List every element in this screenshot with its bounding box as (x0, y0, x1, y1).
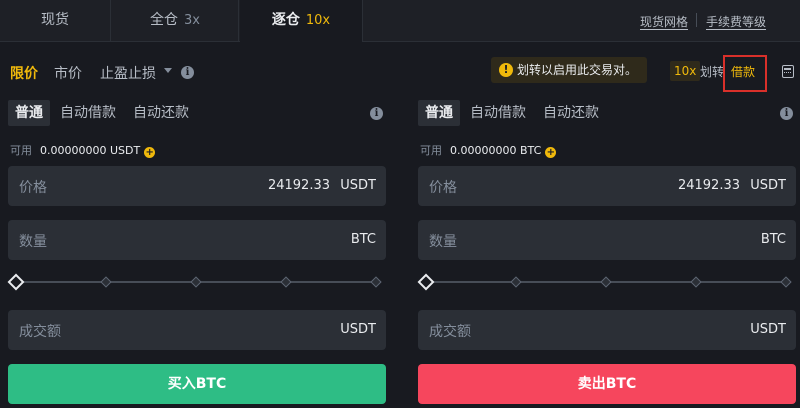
slider-thumb[interactable] (417, 273, 435, 291)
price-input[interactable]: 价格 24192.33 USDT (8, 166, 386, 206)
tab-cross-leverage: 3x (184, 13, 200, 28)
tab-spot-label: 现货 (41, 12, 69, 28)
quantity-input[interactable]: 数量 BTC (418, 220, 796, 260)
calculator-icon[interactable] (782, 65, 794, 78)
total-input[interactable]: 成交额 USDT (418, 310, 796, 350)
slider-step-100[interactable] (780, 276, 792, 288)
transfer-notice: ! 划转以启用此交易对。 (491, 57, 647, 83)
transfer-notice-text: 划转以启用此交易对。 (517, 63, 638, 77)
tab-isolated-leverage: 10x (305, 13, 331, 28)
tab-divider (238, 0, 239, 42)
sell-btc-button[interactable]: 卖出BTC (418, 364, 796, 404)
spot-grid-link[interactable]: 现货网格 (640, 13, 688, 30)
tab-isolated-label: 逐仓 (271, 12, 300, 28)
link-divider (696, 13, 697, 27)
slider-step-25[interactable] (510, 276, 522, 288)
quantity-unit: BTC (350, 232, 376, 247)
price-value: 24192.33 (677, 178, 740, 193)
price-input[interactable]: 价格 24192.33 USDT (418, 166, 796, 206)
price-value: 24192.33 (267, 178, 330, 193)
mode-auto-borrow[interactable]: 自动借款 (470, 100, 526, 126)
total-label: 成交额 (19, 324, 61, 340)
total-unit: USDT (340, 322, 376, 337)
order-type-limit[interactable]: 限价 (10, 63, 38, 83)
tab-spot[interactable]: 现货 (0, 0, 110, 42)
available-value: 0.00000000 USDT (40, 144, 141, 157)
quantity-label: 数量 (19, 234, 47, 250)
info-icon[interactable]: i (370, 107, 383, 120)
transfer-button[interactable]: 划转 (700, 63, 724, 80)
mode-auto-repay[interactable]: 自动还款 (543, 100, 599, 126)
tab-divider (110, 0, 111, 42)
chevron-down-icon[interactable] (164, 68, 172, 73)
tab-divider (362, 0, 363, 42)
borrow-highlight-box (723, 55, 767, 92)
order-type-stop-limit[interactable]: 止盈止损 (100, 63, 156, 83)
slider-step-100[interactable] (370, 276, 382, 288)
quantity-unit: BTC (760, 232, 786, 247)
price-label: 价格 (429, 180, 457, 196)
available-balance: 可用 0.00000000 BTC + (420, 142, 557, 158)
slider-step-50[interactable] (600, 276, 612, 288)
slider-thumb[interactable] (7, 273, 25, 291)
tab-isolated-margin[interactable]: 逐仓 10x (240, 0, 362, 42)
info-icon[interactable]: i (780, 107, 793, 120)
quantity-input[interactable]: 数量 BTC (8, 220, 386, 260)
available-balance: 可用 0.00000000 USDT + (10, 142, 156, 158)
info-icon[interactable]: i (181, 66, 194, 79)
mode-normal[interactable]: 普通 (8, 100, 50, 126)
slider-step-75[interactable] (280, 276, 292, 288)
available-label: 可用 (10, 144, 32, 157)
plus-icon[interactable]: + (144, 147, 156, 158)
total-label: 成交额 (429, 324, 471, 340)
total-unit: USDT (750, 322, 786, 337)
warning-icon: ! (499, 63, 513, 77)
tab-cross-label: 全仓 (150, 12, 179, 28)
mode-normal[interactable]: 普通 (418, 100, 460, 126)
price-unit: USDT (750, 178, 786, 193)
amount-slider[interactable] (417, 272, 796, 292)
margin-tab-bar: 现货 全仓 3x 逐仓 10x 现货网格 手续费等级 (0, 0, 800, 42)
mode-auto-borrow[interactable]: 自动借款 (60, 100, 116, 126)
fee-tier-link[interactable]: 手续费等级 (706, 13, 766, 30)
buy-btc-button[interactable]: 买入BTC (8, 364, 386, 404)
available-value: 0.00000000 BTC (450, 144, 542, 157)
slider-step-25[interactable] (100, 276, 112, 288)
price-label: 价格 (19, 180, 47, 196)
tab-cross-margin[interactable]: 全仓 3x (112, 0, 238, 42)
order-type-market[interactable]: 市价 (54, 63, 82, 83)
leverage-badge: 10x (670, 61, 701, 81)
plus-icon[interactable]: + (545, 147, 557, 158)
total-input[interactable]: 成交额 USDT (8, 310, 386, 350)
slider-step-50[interactable] (190, 276, 202, 288)
available-label: 可用 (420, 144, 442, 157)
quantity-label: 数量 (429, 234, 457, 250)
mode-auto-repay[interactable]: 自动还款 (133, 100, 189, 126)
slider-step-75[interactable] (690, 276, 702, 288)
amount-slider[interactable] (7, 272, 386, 292)
price-unit: USDT (340, 178, 376, 193)
